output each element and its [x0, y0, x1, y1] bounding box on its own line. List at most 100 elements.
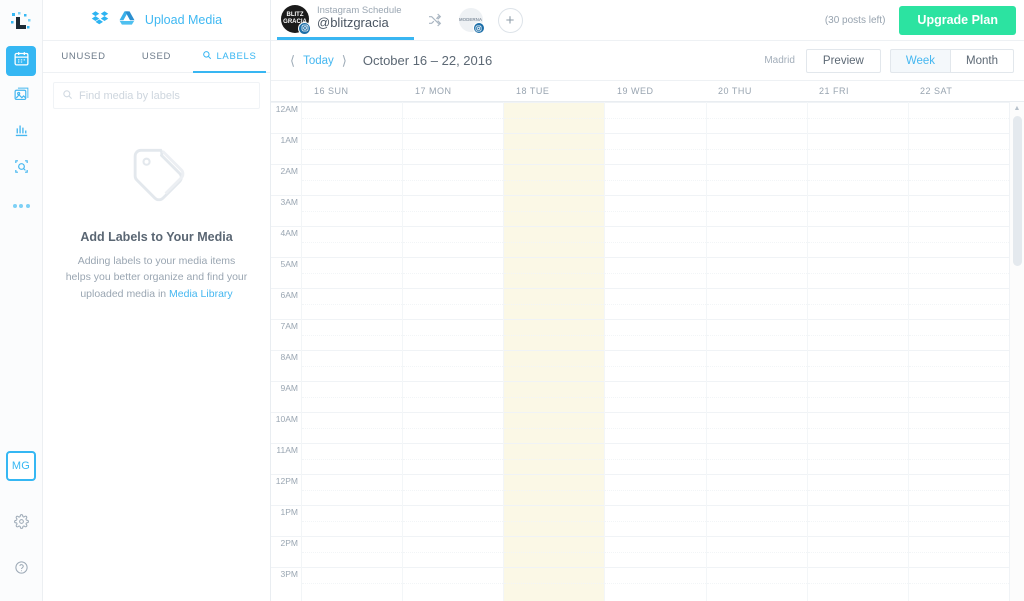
- search-icon: [62, 87, 73, 105]
- upload-media-label[interactable]: Upload Media: [145, 13, 222, 27]
- half-hour-gridline: [706, 520, 807, 522]
- search-input[interactable]: [79, 89, 251, 102]
- tab-unused[interactable]: UNUSED: [47, 42, 120, 73]
- shuffle-icon[interactable]: [420, 5, 450, 35]
- today-button[interactable]: Today: [300, 55, 337, 67]
- account-avatar: BLITZ GRACIA: [281, 4, 311, 35]
- hour-gridline: [504, 257, 605, 258]
- media-library-link[interactable]: Media Library: [169, 288, 233, 300]
- hour-label: 1AM: [280, 135, 298, 145]
- tab-used[interactable]: USED: [120, 42, 193, 73]
- hour-gridline: [605, 412, 706, 413]
- hour-gridline: [706, 536, 807, 537]
- tag-icon: [65, 137, 248, 218]
- hour-gridline: [504, 102, 605, 103]
- day-column[interactable]: [706, 102, 808, 601]
- view-month-button[interactable]: Month: [951, 48, 1014, 73]
- day-column[interactable]: [908, 102, 1009, 601]
- day-header[interactable]: 22 SAT: [908, 81, 1009, 101]
- sidebar-item-analytics[interactable]: [6, 118, 36, 148]
- account-tab-active[interactable]: BLITZ GRACIA Instagram Schedule @blitzgr…: [277, 0, 414, 40]
- hour-gridline: [504, 412, 605, 413]
- half-hour-gridline: [605, 210, 706, 212]
- day-header[interactable]: 21 FRI: [807, 81, 908, 101]
- view-week-button[interactable]: Week: [889, 48, 952, 73]
- day-column[interactable]: [403, 102, 505, 601]
- settings-button[interactable]: [6, 509, 36, 539]
- hour-label: 3PM: [280, 569, 298, 579]
- hour-gridline: [706, 319, 807, 320]
- avatar[interactable]: MG: [6, 451, 36, 481]
- hour-gridline: [807, 474, 908, 475]
- day-header[interactable]: 19 WED: [605, 81, 706, 101]
- google-drive-icon[interactable]: [118, 9, 136, 32]
- chevron-left-icon[interactable]: ⟨: [285, 53, 300, 69]
- hour-gridline: [908, 381, 1009, 382]
- sidebar-item-discover[interactable]: [6, 154, 36, 184]
- sidebar-item-calendar[interactable]: [6, 46, 36, 76]
- account-tab-secondary[interactable]: MODERNA: [456, 8, 486, 34]
- day-header[interactable]: 16 SUN: [302, 81, 403, 101]
- hour-gridline: [403, 381, 504, 382]
- hour-gridline: [302, 102, 403, 103]
- upgrade-plan-button[interactable]: Upgrade Plan: [899, 5, 1016, 35]
- calendar-toolbar: ⟨ Today ⟩ October 16 – 22, 2016 Madrid P…: [271, 41, 1024, 81]
- half-hour-gridline: [807, 148, 908, 150]
- day-column[interactable]: [807, 102, 909, 601]
- half-hour-gridline: [403, 365, 504, 367]
- half-hour-gridline: [605, 551, 706, 553]
- preview-button[interactable]: Preview: [805, 48, 881, 73]
- day-header[interactable]: 17 MON: [403, 81, 504, 101]
- vertical-scrollbar[interactable]: ▲: [1009, 102, 1024, 601]
- hour-gridline: [908, 133, 1009, 134]
- day-header[interactable]: 18 TUE: [504, 81, 605, 101]
- hour-gridline: [403, 102, 504, 103]
- hour-gridline: [605, 288, 706, 289]
- hour-gridline: [706, 164, 807, 165]
- hour-gridline: [605, 226, 706, 227]
- hour-gridline: [302, 381, 403, 382]
- half-hour-gridline: [706, 551, 807, 553]
- search-box[interactable]: [53, 82, 260, 109]
- half-hour-gridline: [504, 210, 605, 212]
- tab-labels[interactable]: LABELS: [193, 42, 266, 73]
- half-hour-gridline: [605, 179, 706, 181]
- half-hour-gridline: [605, 520, 706, 522]
- hour-label: 8AM: [280, 352, 298, 362]
- day-column[interactable]: [302, 102, 404, 601]
- day-column[interactable]: [504, 102, 606, 601]
- hour-gridline: [908, 102, 1009, 103]
- time-gutter: 12AM 1AM 2AM 3AM 4AM 5AM 6AM 7AM 8AM 9AM 10AM 11AM 1…: [271, 102, 302, 601]
- gutter-hour-line: [271, 567, 301, 568]
- account-text: Instagram Schedule @blitzgracia: [317, 5, 402, 32]
- hour-gridline: [706, 443, 807, 444]
- scroll-up-icon[interactable]: ▲: [1010, 105, 1024, 112]
- help-button[interactable]: [6, 555, 36, 585]
- hour-gridline: [504, 319, 605, 320]
- hour-gridline: [807, 505, 908, 506]
- labels-empty-state: Add Labels to Your Media Adding labels t…: [43, 109, 270, 302]
- hour-gridline: [504, 195, 605, 196]
- app-logo-icon[interactable]: [6, 7, 36, 37]
- hour-gridline: [706, 505, 807, 506]
- hour-label: 2PM: [280, 538, 298, 548]
- day-column[interactable]: [605, 102, 707, 601]
- hour-gridline: [605, 133, 706, 134]
- search-icon: [202, 50, 212, 63]
- chevron-right-icon[interactable]: ⟩: [337, 53, 352, 69]
- half-hour-gridline: [706, 272, 807, 274]
- scrollbar-thumb[interactable]: [1013, 116, 1022, 266]
- hour-gridline: [807, 226, 908, 227]
- tab-unused-label: UNUSED: [61, 51, 106, 62]
- sidebar-item-media[interactable]: [6, 82, 36, 112]
- day-header[interactable]: 20 THU: [706, 81, 807, 101]
- dropbox-icon[interactable]: [91, 9, 109, 32]
- add-account-button[interactable]: +: [497, 7, 523, 33]
- hour-gridline: [807, 133, 908, 134]
- hour-gridline: [908, 474, 1009, 475]
- hour-gridline: [403, 133, 504, 134]
- half-hour-gridline: [908, 117, 1009, 119]
- half-hour-gridline: [403, 551, 504, 553]
- more-dots-icon[interactable]: [6, 194, 36, 218]
- half-hour-gridline: [302, 241, 403, 243]
